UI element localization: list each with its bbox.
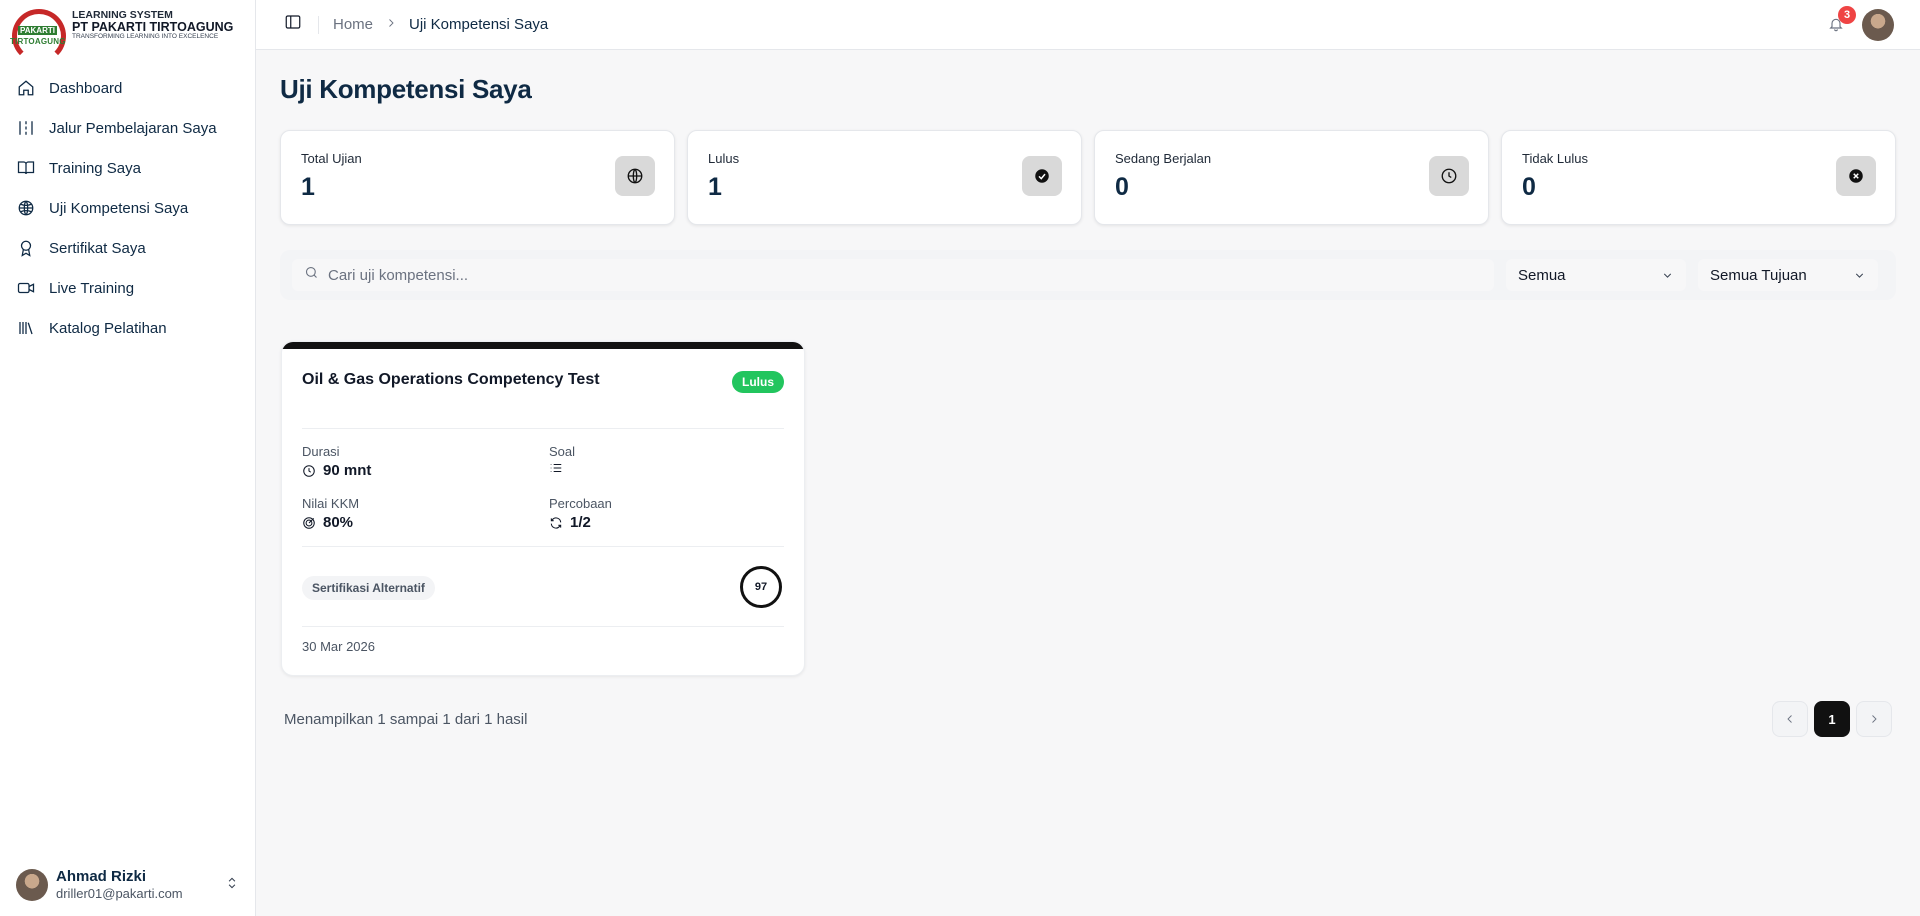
stat-value: 0 xyxy=(1115,173,1129,201)
attempts-value: 1/2 xyxy=(549,514,591,531)
stat-label: Total Ujian xyxy=(301,151,362,166)
clock-icon xyxy=(303,464,315,477)
page-button-current[interactable]: 1 xyxy=(1814,701,1850,737)
check-circle-icon xyxy=(1022,156,1062,196)
sidebar-item-label: Jalur Pembelajaran Saya xyxy=(49,119,217,137)
brand-line-2: PT PAKARTI TIRTOAGUNG xyxy=(72,19,234,34)
top-header: Home Uji Kompetensi Saya 3 xyxy=(256,0,1920,50)
stat-label: Lulus xyxy=(708,151,740,166)
sidebar-item-certificates[interactable]: Sertifikat Saya xyxy=(0,228,255,268)
search-input[interactable] xyxy=(328,266,1482,284)
kkm-label: Nilai KKM xyxy=(302,496,360,511)
user-menu[interactable]: Ahmad Rizki driller01@pakarti.com xyxy=(0,854,255,916)
sidebar-item-learning-path[interactable]: Jalur Pembelajaran Saya xyxy=(0,108,255,148)
divider xyxy=(318,15,319,34)
sidebar-toggle-icon[interactable] xyxy=(284,13,302,36)
globe-icon xyxy=(16,198,36,218)
chevron-down-icon xyxy=(1663,273,1672,278)
sidebar-item-label: Dashboard xyxy=(49,79,123,97)
list-icon xyxy=(550,463,562,473)
sidebar-nav: Dashboard Jalur Pembelajaran Saya Traini… xyxy=(0,68,255,348)
duration-label: Durasi xyxy=(302,444,340,459)
stat-label: Tidak Lulus xyxy=(1522,151,1588,166)
competency-card[interactable]: Oil & Gas Operations Competency Test Lul… xyxy=(281,341,805,676)
clock-icon xyxy=(1429,156,1469,196)
stat-label: Sedang Berjalan xyxy=(1115,151,1212,166)
refresh-icon xyxy=(550,516,562,529)
path-icon xyxy=(16,118,36,138)
sidebar-item-label: Sertifikat Saya xyxy=(49,239,146,257)
book-icon xyxy=(16,158,36,178)
card-date: 30 Mar 2026 xyxy=(302,639,375,654)
home-icon xyxy=(16,78,36,98)
status-select-value: Semua xyxy=(1518,266,1566,284)
brand-logo[interactable]: PAKARTI TIRTOAGUNG LEARNING SYSTEM PT PA… xyxy=(0,0,255,63)
attempts-label: Percobaan xyxy=(549,496,612,511)
sidebar-item-label: Live Training xyxy=(49,279,135,297)
breadcrumb-home[interactable]: Home xyxy=(333,16,373,33)
questions-label: Soal xyxy=(549,444,576,459)
avatar xyxy=(16,869,48,901)
chevron-right-icon xyxy=(1872,715,1877,723)
sidebar-item-training[interactable]: Training Saya xyxy=(0,148,255,188)
chevrons-up-down-icon xyxy=(225,876,239,895)
stat-value: 0 xyxy=(1522,173,1536,201)
breadcrumb-current: Uji Kompetensi Saya xyxy=(409,16,549,33)
main-content: Uji Kompetensi Saya Total Ujian 1 Lulus … xyxy=(256,50,1920,916)
header-avatar[interactable] xyxy=(1862,9,1894,41)
pagination-summary: Menampilkan 1 sampai 1 dari 1 hasil xyxy=(284,711,528,728)
filter-bar: Semua Semua Tujuan xyxy=(280,250,1896,300)
user-name: Ahmad Rizki xyxy=(56,867,147,885)
sidebar-item-label: Training Saya xyxy=(49,159,141,177)
certification-tag: Sertifikasi Alternatif xyxy=(302,576,435,600)
divider xyxy=(302,428,784,429)
score-ring: 97 xyxy=(740,566,782,608)
divider xyxy=(302,546,784,547)
user-email: driller01@pakarti.com xyxy=(56,886,183,902)
stat-card-passed: Lulus 1 xyxy=(687,130,1082,225)
divider xyxy=(302,626,784,627)
page-title: Uji Kompetensi Saya xyxy=(280,74,532,104)
goal-select[interactable]: Semua Tujuan xyxy=(1698,259,1878,291)
search-icon xyxy=(304,265,328,285)
search-box xyxy=(292,259,1494,291)
x-circle-icon xyxy=(1836,156,1876,196)
sidebar-item-competency[interactable]: Uji Kompetensi Saya xyxy=(0,188,255,228)
sidebar-item-label: Uji Kompetensi Saya xyxy=(49,199,189,217)
sidebar-item-dashboard[interactable]: Dashboard xyxy=(0,68,255,108)
library-icon xyxy=(16,318,36,338)
company-logo: PAKARTI TIRTOAGUNG xyxy=(10,6,68,63)
stat-card-total: Total Ujian 1 xyxy=(280,130,675,225)
goal-select-value: Semua Tujuan xyxy=(1710,266,1807,284)
globe-icon xyxy=(615,156,655,196)
sidebar-item-label: Katalog Pelatihan xyxy=(49,319,167,337)
sidebar-item-catalog[interactable]: Katalog Pelatihan xyxy=(0,308,255,348)
target-icon xyxy=(303,516,315,529)
status-badge: Lulus xyxy=(732,371,784,393)
duration-value: 90 mnt xyxy=(302,462,371,479)
prev-page-button[interactable] xyxy=(1772,701,1808,737)
card-title: Oil & Gas Operations Competency Test xyxy=(302,371,600,388)
stat-value: 1 xyxy=(301,173,315,201)
award-icon xyxy=(16,238,36,258)
stat-card-failed: Tidak Lulus 0 xyxy=(1501,130,1896,225)
stat-card-in-progress: Sedang Berjalan 0 xyxy=(1094,130,1489,225)
brand-tagline: TRANSFORMING LEARNING INTO EXCELENCE xyxy=(72,32,219,40)
card-accent-bar xyxy=(282,342,804,349)
sidebar: PAKARTI TIRTOAGUNG LEARNING SYSTEM PT PA… xyxy=(0,0,256,916)
notification-badge: 3 xyxy=(1838,6,1856,24)
questions-value xyxy=(549,461,570,475)
sidebar-item-live-training[interactable]: Live Training xyxy=(0,268,255,308)
stat-value: 1 xyxy=(708,173,722,201)
brand-line-1: LEARNING SYSTEM xyxy=(72,8,173,21)
chevron-left-icon xyxy=(1787,715,1792,723)
status-select[interactable]: Semua xyxy=(1506,259,1686,291)
video-icon xyxy=(16,278,36,298)
kkm-value: 80% xyxy=(302,514,353,531)
chevron-right-icon xyxy=(385,16,397,34)
next-page-button[interactable] xyxy=(1856,701,1892,737)
notification-button[interactable]: 3 xyxy=(1828,6,1856,34)
chevron-down-icon xyxy=(1855,273,1864,278)
